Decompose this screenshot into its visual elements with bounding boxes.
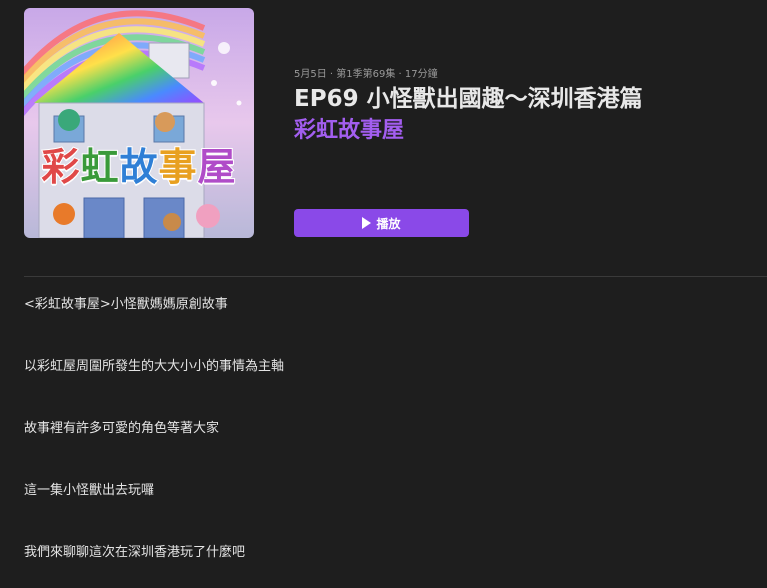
description-line: <彩虹故事屋>小怪獸媽媽原創故事: [24, 297, 228, 312]
play-icon: [362, 217, 372, 229]
episode-title: EP69 小怪獸出國趣～深圳香港篇: [294, 86, 643, 112]
play-button-label: 播放: [376, 216, 401, 231]
play-button[interactable]: 播放: [294, 209, 469, 237]
artwork-title-char: 故: [118, 144, 159, 190]
description-line: 故事裡有許多可愛的角色等著大家: [24, 421, 220, 436]
artwork-title-char: 虹: [79, 144, 120, 190]
artwork-title-char: 彩: [40, 144, 81, 190]
description-line: 以彩虹屋周圍所發生的大大小小的事情為主軸: [24, 359, 285, 374]
episode-artwork: 彩虹故事屋: [24, 8, 254, 238]
artwork-title-char: 事: [157, 144, 198, 190]
episode-meta: 5月5日 · 第1季第69集 · 17分鐘: [294, 69, 438, 80]
description-line: 這一集小怪獸出去玩囉: [24, 483, 155, 498]
show-name-link[interactable]: 彩虹故事屋: [294, 116, 404, 146]
artwork-title-char: 屋: [197, 144, 237, 190]
episode-page: 彩虹故事屋 5月5日 · 第1季第69集 · 17分鐘 EP69 小怪獸出國趣～…: [0, 0, 767, 588]
description-line: 我們來聊聊這次在深圳香港玩了什麼吧: [24, 545, 246, 560]
divider: [24, 276, 767, 277]
artwork-title: 彩虹故事屋: [24, 144, 254, 190]
artwork-illustration: [24, 8, 254, 238]
